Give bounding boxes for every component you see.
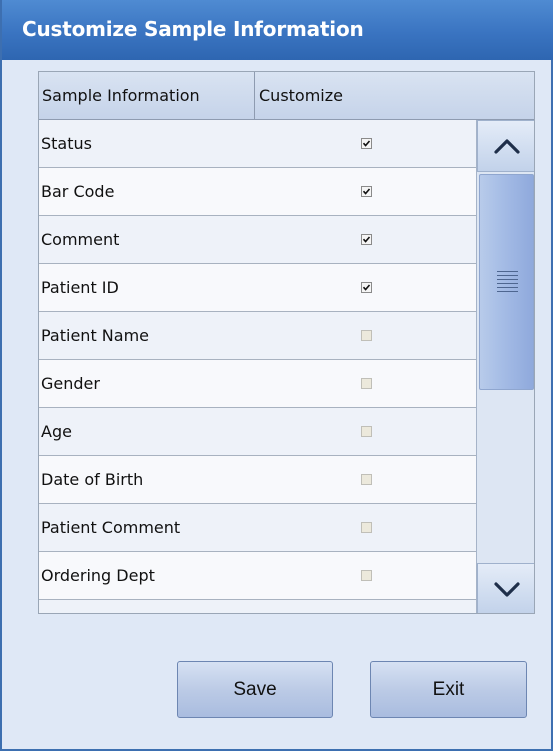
vertical-scrollbar[interactable]	[476, 120, 534, 613]
table-row-partial	[39, 600, 476, 613]
chevron-down-icon	[494, 582, 520, 597]
table-row[interactable]: Status	[39, 120, 476, 168]
row-label: Comment	[41, 230, 120, 249]
customize-checkbox	[361, 330, 372, 341]
save-button[interactable]: Save	[177, 661, 333, 718]
table-row[interactable]: Age	[39, 408, 476, 456]
exit-button[interactable]: Exit	[370, 661, 527, 718]
customize-sample-dialog: Customize Sample Information Sample Info…	[0, 0, 553, 751]
table-row[interactable]: Bar Code	[39, 168, 476, 216]
customize-checkbox	[361, 570, 372, 581]
customize-checkbox	[361, 474, 372, 485]
checkmark-icon	[362, 284, 371, 291]
row-label: Patient Name	[41, 326, 149, 345]
row-label: Ordering Dept	[41, 566, 155, 585]
checkmark-icon	[362, 236, 371, 243]
checkmark-icon	[362, 188, 371, 195]
customize-checkbox	[361, 522, 372, 533]
row-label: Age	[41, 422, 72, 441]
customize-checkbox[interactable]	[361, 282, 372, 293]
table-row[interactable]: Gender	[39, 360, 476, 408]
scroll-thumb[interactable]	[479, 174, 534, 390]
grip-lines-icon	[497, 271, 518, 293]
row-label: Patient Comment	[41, 518, 181, 537]
title-bar: Customize Sample Information	[2, 0, 553, 60]
table-header: Sample Information Customize	[39, 72, 534, 120]
scroll-down-button[interactable]	[477, 563, 534, 613]
customize-checkbox	[361, 426, 372, 437]
column-header-sample-information: Sample Information	[39, 72, 255, 119]
row-label: Patient ID	[41, 278, 119, 297]
table-row[interactable]: Date of Birth	[39, 456, 476, 504]
customize-checkbox	[361, 378, 372, 389]
table-row[interactable]: Comment	[39, 216, 476, 264]
customize-checkbox[interactable]	[361, 138, 372, 149]
table-row[interactable]: Ordering Dept	[39, 552, 476, 600]
row-label: Date of Birth	[41, 470, 144, 489]
row-label: Gender	[41, 374, 100, 393]
row-label: Bar Code	[41, 182, 115, 201]
column-header-customize: Customize	[259, 86, 343, 105]
customize-checkbox[interactable]	[361, 186, 372, 197]
dialog-title: Customize Sample Information	[22, 17, 364, 41]
sample-info-table: Sample Information Customize Status Bar C…	[38, 71, 535, 614]
table-row[interactable]: Patient ID	[39, 264, 476, 312]
table-row[interactable]: Patient Comment	[39, 504, 476, 552]
chevron-up-icon	[494, 139, 520, 154]
scroll-up-button[interactable]	[477, 120, 534, 172]
row-label: Status	[41, 134, 92, 153]
checkmark-icon	[362, 140, 371, 147]
table-row[interactable]: Patient Name	[39, 312, 476, 360]
customize-checkbox[interactable]	[361, 234, 372, 245]
table-body: Status Bar Code Comment Patient ID Patient N…	[39, 120, 476, 613]
